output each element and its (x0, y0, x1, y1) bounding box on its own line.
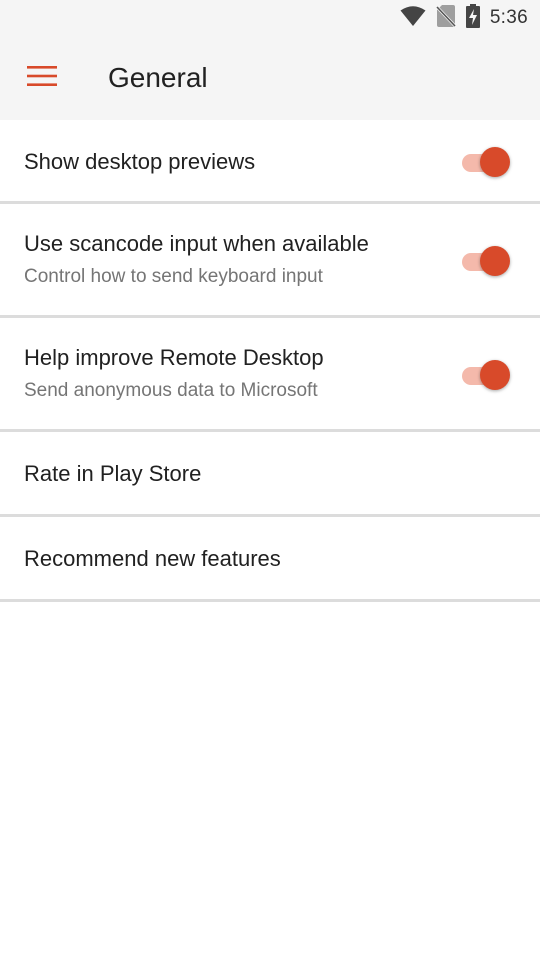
status-time: 5:36 (489, 7, 528, 28)
scancode-input-toggle[interactable] (460, 245, 512, 277)
page-title: General (108, 62, 208, 93)
setting-title: Show desktop previews (24, 149, 256, 174)
setting-scancode-input[interactable]: Use scancode input when available Contro… (0, 204, 540, 318)
help-improve-toggle[interactable] (460, 359, 512, 391)
show-desktop-previews-toggle[interactable] (460, 146, 512, 178)
toggle-thumb (480, 246, 510, 276)
battery-charging-icon (465, 3, 480, 33)
setting-title: Rate in Play Store (24, 461, 202, 486)
no-sim-icon (435, 4, 456, 33)
toggle-thumb (480, 360, 510, 390)
wifi-icon (400, 5, 426, 32)
setting-subtitle: Control how to send keyboard input (24, 266, 323, 287)
setting-show-desktop-previews[interactable]: Show desktop previews (0, 120, 540, 204)
app-bar: General (0, 36, 540, 120)
status-bar: 5:36 (0, 0, 540, 36)
menu-button[interactable] (14, 50, 70, 106)
hamburger-menu-icon (27, 65, 57, 92)
setting-subtitle: Send anonymous data to Microsoft (24, 380, 318, 401)
setting-title: Recommend new features (24, 546, 281, 571)
setting-title: Use scancode input when available (24, 231, 369, 256)
setting-title: Help improve Remote Desktop (24, 345, 324, 370)
setting-help-improve[interactable]: Help improve Remote Desktop Send anonymo… (0, 318, 540, 432)
status-icons: 5:36 (400, 3, 528, 33)
settings-list: Show desktop previews Use scancode input… (0, 120, 540, 602)
rate-in-play-store-item[interactable]: Rate in Play Store (0, 432, 540, 517)
recommend-new-features-item[interactable]: Recommend new features (0, 517, 540, 602)
toggle-thumb (480, 147, 510, 177)
